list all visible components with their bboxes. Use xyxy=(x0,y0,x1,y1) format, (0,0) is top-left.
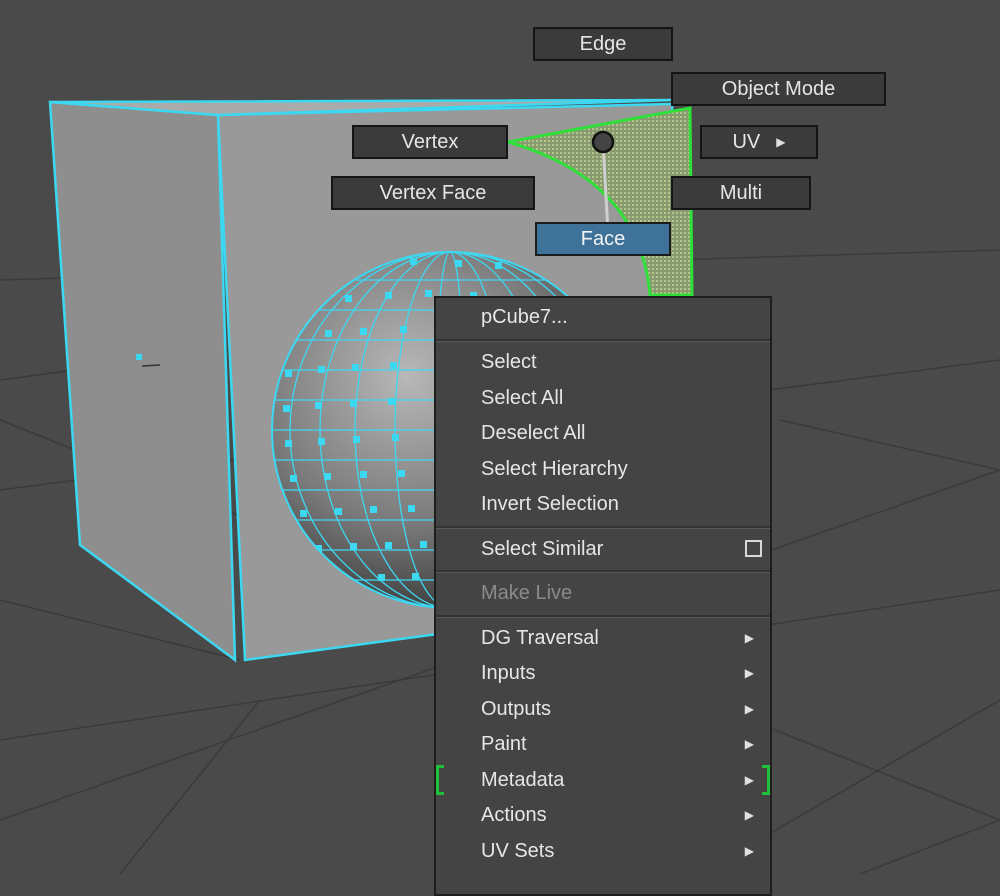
submenu-arrow-icon: ▶ xyxy=(776,135,786,149)
submenu-arrow-icon: ▶ xyxy=(744,772,754,787)
context-menu-title[interactable]: pCube7... xyxy=(436,298,770,336)
menu-separator xyxy=(436,339,770,342)
menu-item-paint[interactable]: Paint ▶ xyxy=(436,727,770,763)
menu-item-actions[interactable]: Actions ▶ xyxy=(436,798,770,834)
highlight-bracket-icon xyxy=(762,764,770,795)
menu-separator xyxy=(436,525,770,529)
submenu-arrow-icon: ▶ xyxy=(744,808,754,822)
option-box-icon[interactable] xyxy=(745,539,762,557)
submenu-arrow-icon: ▶ xyxy=(744,666,754,680)
vertex-mode-button[interactable]: Vertex xyxy=(352,125,508,159)
uv-mode-button[interactable]: UV ▶ xyxy=(700,125,818,159)
face-mode-label: Face xyxy=(580,227,626,250)
face-mode-button[interactable]: Face xyxy=(535,222,671,256)
menu-item-select[interactable]: Select xyxy=(436,345,770,381)
menu-item-make-live: Make Live xyxy=(436,576,770,612)
menu-item-label: Paint xyxy=(481,733,527,755)
menu-separator xyxy=(436,614,770,618)
menu-item-label: Select xyxy=(481,351,537,373)
submenu-arrow-icon: ▶ xyxy=(744,630,754,645)
menu-item-label: Invert Selection xyxy=(481,493,619,515)
menu-item-label: Select All xyxy=(481,386,564,409)
menu-item-label: Actions xyxy=(481,804,547,826)
multi-mode-label: Multi xyxy=(719,181,763,204)
object-mode-button[interactable]: Object Mode xyxy=(671,72,886,106)
menu-item-select-all[interactable]: Select All xyxy=(436,381,770,417)
menu-item-select-hierarchy[interactable]: Select Hierarchy xyxy=(436,452,770,488)
menu-item-invert-selection[interactable]: Invert Selection xyxy=(436,487,770,523)
submenu-arrow-icon: ▶ xyxy=(744,737,754,751)
menu-separator xyxy=(436,570,770,573)
menu-item-label: Metadata xyxy=(481,768,565,791)
menu-item-label: DG Traversal xyxy=(481,626,599,649)
menu-item-select-similar[interactable]: Select Similar xyxy=(436,532,770,568)
context-menu: pCube7... Select Select All Deselect All… xyxy=(434,296,772,896)
menu-title-label: pCube7... xyxy=(481,306,568,328)
edge-mode-label: Edge xyxy=(579,32,627,55)
submenu-arrow-icon: ▶ xyxy=(744,843,754,858)
menu-item-dg-traversal[interactable]: DG Traversal ▶ xyxy=(436,621,770,657)
submenu-arrow-icon: ▶ xyxy=(744,701,754,716)
menu-item-inputs[interactable]: Inputs ▶ xyxy=(436,656,770,692)
edge-mode-button[interactable]: Edge xyxy=(533,27,673,61)
vertex-face-mode-label: Vertex Face xyxy=(379,181,487,204)
menu-item-uv-sets[interactable]: UV Sets ▶ xyxy=(436,834,770,870)
menu-item-label: Outputs xyxy=(481,697,552,720)
object-mode-label: Object Mode xyxy=(721,77,836,100)
menu-item-label: UV Sets xyxy=(481,839,555,862)
uv-mode-label: UV xyxy=(732,130,761,153)
menu-item-label: Select Hierarchy xyxy=(481,457,628,480)
menu-item-label: Inputs xyxy=(481,662,536,684)
multi-mode-button[interactable]: Multi xyxy=(671,176,811,210)
menu-item-deselect-all[interactable]: Deselect All xyxy=(436,416,770,452)
menu-item-outputs[interactable]: Outputs ▶ xyxy=(436,692,770,728)
vertex-face-mode-button[interactable]: Vertex Face xyxy=(331,176,535,210)
menu-item-label: Select Similar xyxy=(481,537,604,560)
vertex-mode-label: Vertex xyxy=(401,130,459,153)
menu-item-metadata[interactable]: Metadata ▶ xyxy=(436,763,770,799)
highlight-bracket-icon xyxy=(436,764,444,795)
menu-item-label: Make Live xyxy=(481,582,573,604)
menu-item-label: Deselect All xyxy=(481,422,586,444)
